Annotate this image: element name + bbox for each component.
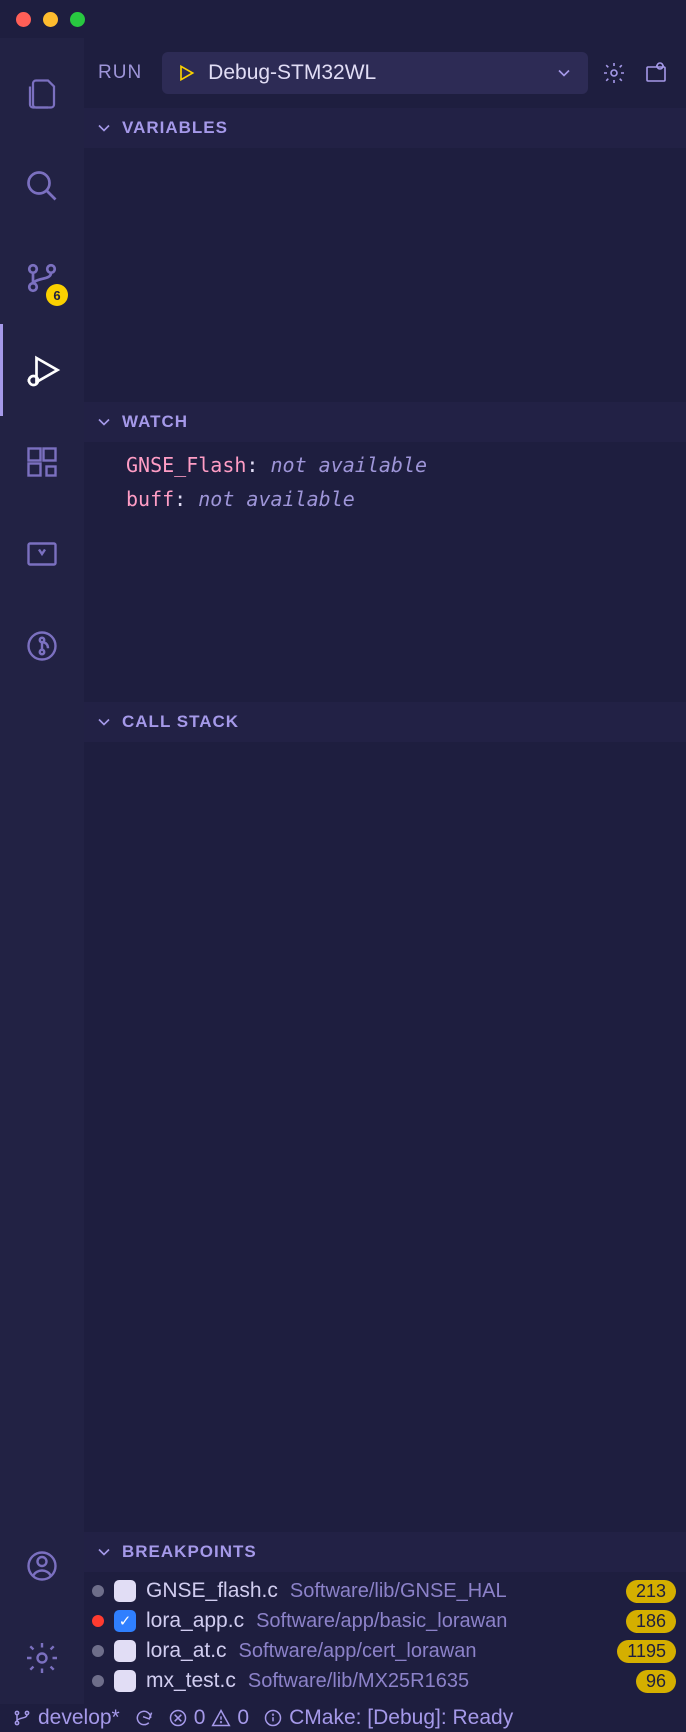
variables-body bbox=[84, 148, 686, 402]
chevron-down-icon bbox=[94, 118, 114, 138]
breakpoint-status-dot bbox=[92, 1645, 104, 1657]
breakpoints-title: BREAKPOINTS bbox=[122, 1542, 257, 1562]
breakpoint-path: Software/lib/GNSE_HAL bbox=[290, 1580, 616, 1603]
callstack-header[interactable]: CALL STACK bbox=[84, 702, 686, 742]
breakpoint-status-dot bbox=[92, 1585, 104, 1597]
breakpoint-file: GNSE_flash.c bbox=[146, 1579, 278, 1603]
chevron-down-icon bbox=[94, 1542, 114, 1562]
close-window-button[interactable] bbox=[16, 12, 31, 27]
breakpoint-line: 1195 bbox=[617, 1640, 676, 1663]
debug-icon bbox=[26, 352, 62, 388]
breakpoint-checkbox[interactable] bbox=[114, 1670, 136, 1692]
watch-name: buff bbox=[126, 487, 174, 511]
chevron-down-icon bbox=[554, 63, 574, 83]
activity-extensions[interactable] bbox=[0, 416, 84, 508]
callstack-body bbox=[84, 742, 686, 1532]
watch-value: not available bbox=[271, 453, 428, 477]
variables-header[interactable]: VARIABLES bbox=[84, 108, 686, 148]
debug-settings-button[interactable] bbox=[598, 57, 630, 89]
watch-body: GNSE_Flash: not availablebuff: not avail… bbox=[84, 442, 686, 702]
watch-name: GNSE_Flash bbox=[126, 453, 246, 477]
sync-icon bbox=[134, 1708, 154, 1728]
cmake-status: CMake: [Debug]: Ready bbox=[289, 1706, 513, 1730]
minimize-window-button[interactable] bbox=[43, 12, 58, 27]
git-circle-icon bbox=[24, 628, 60, 664]
status-problems[interactable]: 0 0 bbox=[168, 1706, 249, 1730]
error-icon bbox=[168, 1708, 188, 1728]
activity-project-manager[interactable] bbox=[0, 508, 84, 600]
variables-section: VARIABLES bbox=[84, 108, 686, 402]
debug-console-icon bbox=[644, 61, 668, 85]
breakpoint-file: lora_app.c bbox=[146, 1609, 244, 1633]
breakpoint-path: Software/app/cert_lorawan bbox=[239, 1640, 608, 1663]
activity-explorer[interactable] bbox=[0, 48, 84, 140]
breakpoint-path: Software/lib/MX25R1635 bbox=[248, 1670, 626, 1693]
activity-run-debug[interactable] bbox=[0, 324, 84, 416]
watch-expression[interactable]: GNSE_Flash: not available bbox=[84, 448, 686, 482]
breakpoint-row[interactable]: lora_at.c Software/app/cert_lorawan 1195 bbox=[84, 1636, 686, 1666]
search-icon bbox=[24, 168, 60, 204]
breakpoint-line: 186 bbox=[626, 1610, 676, 1633]
error-count: 0 bbox=[194, 1706, 206, 1730]
run-label: RUN bbox=[98, 62, 142, 84]
extensions-icon bbox=[24, 444, 60, 480]
callstack-section: CALL STACK bbox=[84, 702, 686, 1532]
branch-icon bbox=[12, 1708, 32, 1728]
breakpoint-file: mx_test.c bbox=[146, 1669, 236, 1693]
info-icon bbox=[263, 1708, 283, 1728]
chevron-down-icon bbox=[94, 412, 114, 432]
breakpoints-body: GNSE_flash.c Software/lib/GNSE_HAL 213 ✓ lor… bbox=[84, 1572, 686, 1704]
activity-settings[interactable] bbox=[0, 1612, 84, 1704]
play-icon bbox=[176, 63, 196, 83]
breakpoint-status-dot bbox=[92, 1615, 104, 1627]
scm-badge: 6 bbox=[46, 284, 68, 306]
breakpoint-row[interactable]: ✓ lora_app.c Software/app/basic_lorawan 186 bbox=[84, 1606, 686, 1636]
debug-config-select[interactable]: Debug-STM32WL bbox=[162, 52, 588, 94]
activity-accounts[interactable] bbox=[0, 1520, 84, 1612]
breakpoint-file: lora_at.c bbox=[146, 1639, 227, 1663]
warning-icon bbox=[211, 1708, 231, 1728]
bookmark-panel-icon bbox=[24, 536, 60, 572]
activity-search[interactable] bbox=[0, 140, 84, 232]
watch-expression[interactable]: buff: not available bbox=[84, 482, 686, 516]
status-cmake[interactable]: CMake: [Debug]: Ready bbox=[263, 1706, 513, 1730]
breakpoint-checkbox[interactable] bbox=[114, 1580, 136, 1602]
status-branch[interactable]: develop* bbox=[12, 1706, 120, 1730]
breakpoints-section: BREAKPOINTS GNSE_flash.c Software/lib/GNS… bbox=[84, 1532, 686, 1704]
breakpoint-checkbox[interactable] bbox=[114, 1640, 136, 1662]
branch-name: develop* bbox=[38, 1706, 120, 1730]
breakpoint-path: Software/app/basic_lorawan bbox=[256, 1610, 616, 1633]
status-bar: develop* 0 0 CMake: [Debug]: Ready bbox=[0, 1704, 686, 1732]
maximize-window-button[interactable] bbox=[70, 12, 85, 27]
watch-section: WATCH GNSE_Flash: not availablebuff: not… bbox=[84, 402, 686, 702]
watch-title: WATCH bbox=[122, 412, 188, 432]
activity-gitlens[interactable] bbox=[0, 600, 84, 692]
variables-title: VARIABLES bbox=[122, 118, 228, 138]
status-sync[interactable] bbox=[134, 1708, 154, 1728]
account-icon bbox=[24, 1548, 60, 1584]
warning-count: 0 bbox=[237, 1706, 249, 1730]
breakpoint-row[interactable]: GNSE_flash.c Software/lib/GNSE_HAL 213 bbox=[84, 1576, 686, 1606]
debug-config-name: Debug-STM32WL bbox=[208, 61, 542, 85]
chevron-down-icon bbox=[94, 712, 114, 732]
run-debug-sidebar: RUN Debug-STM32WL VARIABLES WA bbox=[84, 38, 686, 1704]
watch-header[interactable]: WATCH bbox=[84, 402, 686, 442]
breakpoint-checkbox[interactable]: ✓ bbox=[114, 1610, 136, 1632]
breakpoint-line: 213 bbox=[626, 1580, 676, 1603]
debug-console-button[interactable] bbox=[640, 57, 672, 89]
breakpoint-status-dot bbox=[92, 1675, 104, 1687]
run-header: RUN Debug-STM32WL bbox=[84, 38, 686, 108]
breakpoint-row[interactable]: mx_test.c Software/lib/MX25R1635 96 bbox=[84, 1666, 686, 1696]
window-titlebar bbox=[0, 0, 686, 38]
gear-icon bbox=[602, 61, 626, 85]
gear-icon bbox=[24, 1640, 60, 1676]
breakpoints-header[interactable]: BREAKPOINTS bbox=[84, 1532, 686, 1572]
breakpoint-line: 96 bbox=[636, 1670, 676, 1693]
callstack-title: CALL STACK bbox=[122, 712, 239, 732]
activity-source-control[interactable]: 6 bbox=[0, 232, 84, 324]
activity-bar: 6 bbox=[0, 38, 84, 1704]
files-icon bbox=[24, 76, 60, 112]
watch-value: not available bbox=[198, 487, 355, 511]
